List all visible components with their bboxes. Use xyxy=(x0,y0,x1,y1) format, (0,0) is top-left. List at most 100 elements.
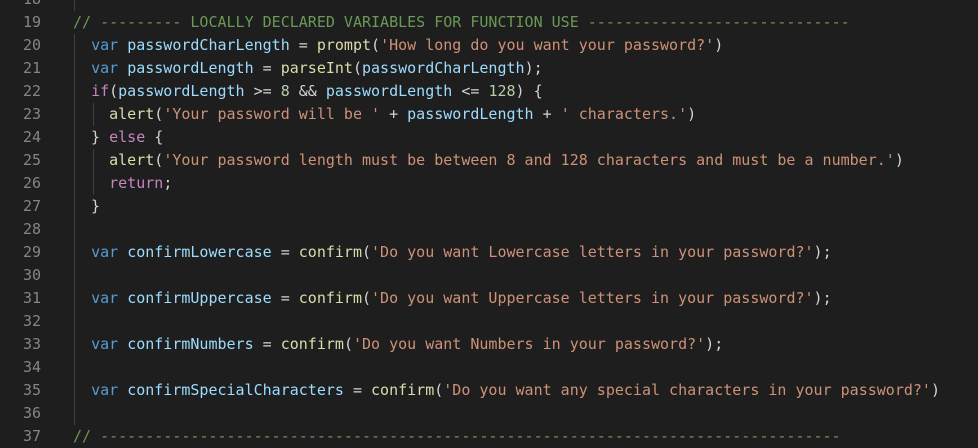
code-token: ( xyxy=(362,289,372,307)
code-text[interactable]: } xyxy=(73,195,100,218)
code-text[interactable]: var confirmLowercase = confirm('Do you w… xyxy=(73,241,832,264)
code-token: } xyxy=(73,128,110,146)
indent-guide xyxy=(74,218,75,241)
code-token: ) xyxy=(894,151,904,169)
code-token: passwordLength xyxy=(407,105,534,123)
code-line-28[interactable]: 28 xyxy=(0,218,978,241)
code-text[interactable]: return; xyxy=(73,172,172,195)
indent-guide xyxy=(74,402,75,425)
code-text[interactable]: } else { xyxy=(73,126,163,149)
code-text[interactable]: var confirmUppercase = confirm('Do you w… xyxy=(73,287,832,310)
line-number: 37 xyxy=(22,427,41,445)
code-token: && xyxy=(289,82,326,100)
code-token: 128 xyxy=(488,82,516,100)
code-token: var xyxy=(91,289,119,307)
code-line-21[interactable]: 21 var passwordLength = parseInt(passwor… xyxy=(0,57,978,80)
indent-guide xyxy=(74,0,75,11)
code-token: ( xyxy=(154,105,164,123)
code-line-29[interactable]: 29 var confirmLowercase = confirm('Do yo… xyxy=(0,241,978,264)
code-token: 'Do you want Uppercase letters in your p… xyxy=(371,289,814,307)
line-number: 24 xyxy=(22,128,41,146)
code-token: passwordCharLength xyxy=(362,59,525,77)
code-token: if xyxy=(91,82,110,100)
code-line-23[interactable]: 23 alert('Your password will be ' + pass… xyxy=(0,103,978,126)
code-text[interactable]: var confirmSpecialCharacters = confirm('… xyxy=(73,379,940,402)
code-line-30[interactable]: 30 xyxy=(0,264,978,287)
code-token: ); xyxy=(524,59,543,77)
code-token: passwordLength xyxy=(127,59,254,77)
code-text[interactable]: alert('Your password will be ' + passwor… xyxy=(73,103,696,126)
line-number: 19 xyxy=(22,13,41,31)
code-token: ( xyxy=(434,381,444,399)
code-line-22[interactable]: 22 if(passwordLength >= 8 && passwordLen… xyxy=(0,80,978,103)
code-line-32[interactable]: 32 xyxy=(0,310,978,333)
code-line-27[interactable]: 27 } xyxy=(0,195,978,218)
code-line-26[interactable]: 26 return; xyxy=(0,172,978,195)
line-number: 32 xyxy=(22,312,41,330)
code-token: ) xyxy=(687,105,697,123)
code-token: var xyxy=(91,243,119,261)
code-token: // --------- LOCALLY DECLARED VARIABLES … xyxy=(73,13,850,31)
code-token: confirm xyxy=(298,243,362,261)
code-text[interactable]: // -------------------------------------… xyxy=(73,425,841,448)
code-token: parseInt xyxy=(280,59,353,77)
code-token: confirmSpecialCharacters xyxy=(127,381,344,399)
line-number: 34 xyxy=(22,358,41,376)
code-token: 'Do you want any special characters in y… xyxy=(443,381,931,399)
code-token: var xyxy=(91,335,119,353)
code-editor[interactable]: 18 19 // --------- LOCALLY DECLARED VARIAB… xyxy=(0,0,978,448)
code-text[interactable]: // --------- LOCALLY DECLARED VARIABLES … xyxy=(73,11,850,34)
code-token: confirmNumbers xyxy=(127,335,254,353)
code-text[interactable]: if(passwordLength >= 8 && passwordLength… xyxy=(73,80,543,103)
line-number: 26 xyxy=(22,174,41,192)
line-number: 27 xyxy=(22,197,41,215)
code-token: ( xyxy=(352,59,362,77)
code-line-18[interactable]: 18 xyxy=(0,0,978,11)
line-number: 35 xyxy=(22,381,41,399)
code-token: = xyxy=(253,335,281,353)
code-text[interactable]: var passwordCharLength = prompt('How lon… xyxy=(73,34,723,57)
code-token: else xyxy=(109,128,146,146)
line-number: 33 xyxy=(22,335,41,353)
code-token: confirmLowercase xyxy=(127,243,272,261)
code-token: var xyxy=(91,36,119,54)
code-token: passwordLength xyxy=(325,82,453,100)
code-line-31[interactable]: 31 var confirmUppercase = confirm('Do yo… xyxy=(0,287,978,310)
code-token: confirmUppercase xyxy=(127,289,272,307)
code-line-24[interactable]: 24 } else { xyxy=(0,126,978,149)
code-token: >= xyxy=(244,82,281,100)
code-token: 'Do you want Numbers in your password?' xyxy=(352,335,706,353)
code-token: ( xyxy=(343,335,353,353)
code-line-25[interactable]: 25 alert('Your password length must be b… xyxy=(0,149,978,172)
code-text[interactable]: alert('Your password length must be betw… xyxy=(73,149,904,172)
code-token: 'Your password will be ' xyxy=(163,105,381,123)
code-token: confirm xyxy=(280,335,344,353)
code-line-34[interactable]: 34 xyxy=(0,356,978,379)
code-text[interactable]: var confirmNumbers = confirm('Do you wan… xyxy=(73,333,723,356)
code-token: = xyxy=(343,381,372,399)
line-number: 25 xyxy=(22,151,41,169)
indent-guide xyxy=(74,356,75,379)
code-line-35[interactable]: 35 var confirmSpecialCharacters = confir… xyxy=(0,379,978,402)
code-text[interactable]: var passwordLength = parseInt(passwordCh… xyxy=(73,57,543,80)
code-token: passwordCharLength xyxy=(127,36,290,54)
code-line-19[interactable]: 19 // --------- LOCALLY DECLARED VARIABLE… xyxy=(0,11,978,34)
code-line-33[interactable]: 33 var confirmNumbers = confirm('Do you … xyxy=(0,333,978,356)
code-line-37[interactable]: 37 // -----------------------------------… xyxy=(0,425,978,448)
code-line-36[interactable]: 36 xyxy=(0,402,978,425)
code-line-20[interactable]: 20 var passwordCharLength = prompt('How … xyxy=(0,34,978,57)
code-token: ( xyxy=(371,36,381,54)
code-token: var xyxy=(91,59,119,77)
code-token: ) xyxy=(930,381,940,399)
code-token: ); xyxy=(813,289,832,307)
